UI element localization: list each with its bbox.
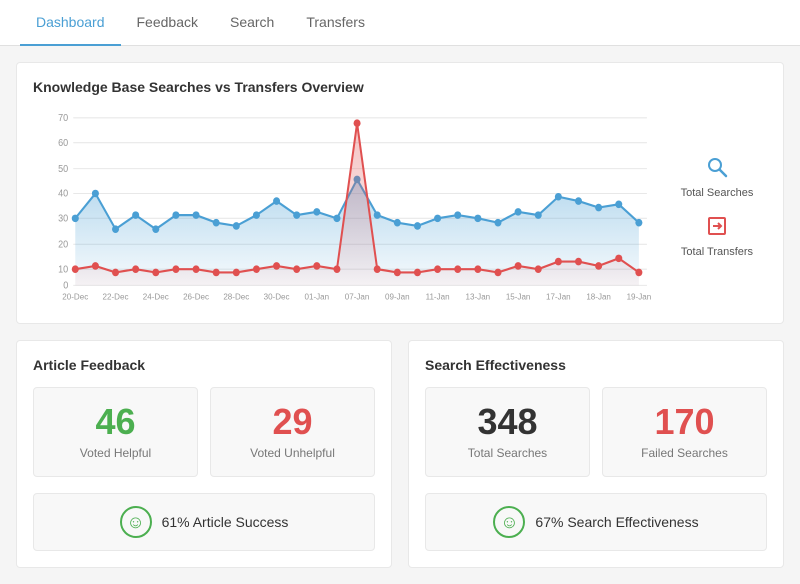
app-container: Dashboard Feedback Search Transfers Know… [0, 0, 800, 584]
svg-text:24-Dec: 24-Dec [143, 291, 169, 301]
svg-text:40: 40 [58, 187, 68, 198]
tab-dashboard[interactable]: Dashboard [20, 0, 121, 46]
svg-text:18-Jan: 18-Jan [586, 291, 611, 301]
svg-text:60: 60 [58, 137, 68, 148]
svg-text:09-Jan: 09-Jan [385, 291, 410, 301]
svg-text:30: 30 [58, 212, 68, 223]
svg-text:50: 50 [58, 163, 68, 174]
legend-searches-label: Total Searches [681, 187, 754, 199]
svg-text:28-Dec: 28-Dec [223, 291, 249, 301]
voted-helpful-box: 46 Voted Helpful [33, 387, 198, 477]
svg-text:01-Jan: 01-Jan [305, 291, 330, 301]
search-success-text: 67% Search Effectiveness [535, 514, 698, 530]
svg-text:30-Dec: 30-Dec [264, 291, 290, 301]
search-effectiveness-title: Search Effectiveness [425, 357, 767, 373]
tab-search[interactable]: Search [214, 0, 290, 46]
failed-searches-box: 170 Failed Searches [602, 387, 767, 477]
article-smiley-icon: ☺ [120, 506, 152, 538]
search-effectiveness-card: Search Effectiveness 348 Total Searches … [408, 340, 784, 568]
chart-svg: 70 60 50 40 30 20 10 0 [33, 107, 657, 307]
article-feedback-card: Article Feedback 46 Voted Helpful 29 Vot… [16, 340, 392, 568]
search-effectiveness-stats: 348 Total Searches 170 Failed Searches [425, 387, 767, 477]
svg-text:15-Jan: 15-Jan [506, 291, 531, 301]
svg-text:20: 20 [58, 238, 68, 249]
article-success-text: 61% Article Success [162, 514, 289, 530]
svg-text:17-Jan: 17-Jan [546, 291, 571, 301]
search-success-bar: ☺ 67% Search Effectiveness [425, 493, 767, 551]
svg-text:19-Jan: 19-Jan [627, 291, 652, 301]
tab-feedback[interactable]: Feedback [121, 0, 214, 46]
transfer-icon [706, 215, 728, 242]
svg-text:26-Dec: 26-Dec [183, 291, 209, 301]
svg-text:10: 10 [58, 263, 68, 274]
bottom-cards-row: Article Feedback 46 Voted Helpful 29 Vot… [16, 340, 784, 568]
chart-title: Knowledge Base Searches vs Transfers Ove… [33, 79, 767, 95]
chart-area: 70 60 50 40 30 20 10 0 [33, 107, 657, 307]
svg-text:13-Jan: 13-Jan [466, 291, 491, 301]
chart-container: 70 60 50 40 30 20 10 0 [33, 107, 767, 307]
article-feedback-stats: 46 Voted Helpful 29 Voted Unhelpful [33, 387, 375, 477]
voted-helpful-number: 46 [46, 404, 185, 440]
article-feedback-title: Article Feedback [33, 357, 375, 373]
svg-text:20-Dec: 20-Dec [62, 291, 88, 301]
tab-transfers[interactable]: Transfers [290, 0, 381, 46]
total-searches-label: Total Searches [438, 446, 577, 460]
svg-text:07-Jan: 07-Jan [345, 291, 370, 301]
chart-card: Knowledge Base Searches vs Transfers Ove… [16, 62, 784, 324]
total-searches-number: 348 [438, 404, 577, 440]
legend-total-transfers: Total Transfers [667, 215, 767, 258]
svg-text:11-Jan: 11-Jan [426, 291, 450, 301]
svg-text:22-Dec: 22-Dec [103, 291, 129, 301]
voted-helpful-label: Voted Helpful [46, 446, 185, 460]
voted-unhelpful-number: 29 [223, 404, 362, 440]
failed-searches-number: 170 [615, 404, 754, 440]
tabs-bar: Dashboard Feedback Search Transfers [0, 0, 800, 46]
legend-transfers-label: Total Transfers [681, 246, 753, 258]
search-icon [706, 156, 728, 183]
main-content: Knowledge Base Searches vs Transfers Ove… [0, 46, 800, 584]
svg-text:70: 70 [58, 112, 68, 123]
legend-total-searches: Total Searches [667, 156, 767, 199]
total-searches-box: 348 Total Searches [425, 387, 590, 477]
chart-legend: Total Searches Total Transfers [657, 107, 767, 307]
voted-unhelpful-box: 29 Voted Unhelpful [210, 387, 375, 477]
article-success-bar: ☺ 61% Article Success [33, 493, 375, 551]
search-smiley-icon: ☺ [493, 506, 525, 538]
svg-text:0: 0 [63, 279, 68, 290]
failed-searches-label: Failed Searches [615, 446, 754, 460]
voted-unhelpful-label: Voted Unhelpful [223, 446, 362, 460]
